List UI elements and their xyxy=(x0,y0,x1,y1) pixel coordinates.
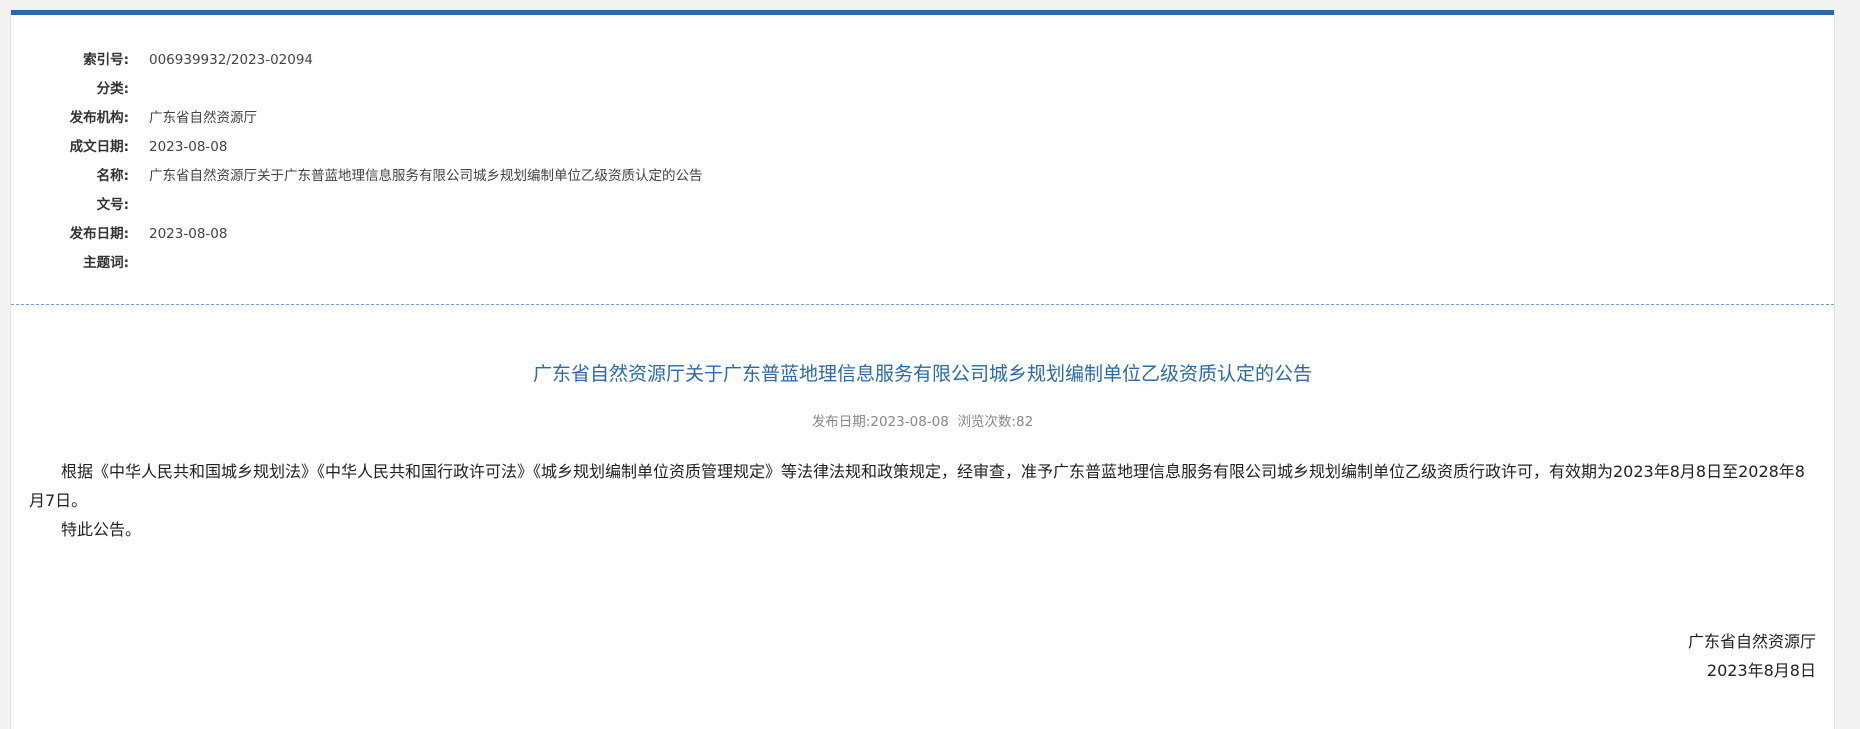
meta-value: 006939932/2023-02094 xyxy=(149,52,314,68)
article-info: 发布日期:2023-08-08 浏览次数:82 xyxy=(11,412,1834,432)
meta-label: 主题词: xyxy=(83,255,129,271)
meta-row-created-date: 成文日期: 2023-08-08 xyxy=(11,133,1834,162)
meta-row-category: 分类: xyxy=(11,75,1834,104)
body-paragraph: 特此公告。 xyxy=(61,520,142,539)
meta-label: 成文日期: xyxy=(69,139,129,155)
meta-label: 索引号: xyxy=(83,52,129,68)
article-title: 广东省自然资源厅关于广东普蓝地理信息服务有限公司城乡规划编制单位乙级资质认定的公… xyxy=(532,363,1312,385)
top-accent-bar xyxy=(11,10,1834,15)
meta-label: 分类: xyxy=(96,81,129,97)
meta-row-publisher: 发布机构: 广东省自然资源厅 xyxy=(11,104,1834,133)
publish-date-value: 2023-08-08 xyxy=(870,414,949,430)
meta-row-publish-date: 发布日期: 2023-08-08 xyxy=(11,220,1834,249)
document-panel: 索引号: 006939932/2023-02094 分类: 发布机构: 广东省自然资… xyxy=(10,10,1835,729)
page: 索引号: 006939932/2023-02094 分类: 发布机构: 广东省自然资… xyxy=(0,0,1860,729)
publish-date-label: 发布日期: xyxy=(811,414,871,430)
meta-value: 广东省自然资源厅 xyxy=(149,110,257,126)
meta-label: 名称: xyxy=(96,168,129,184)
meta-value: 广东省自然资源厅关于广东普蓝地理信息服务有限公司城乡规划编制单位乙级资质认定的公… xyxy=(149,168,703,184)
signature-block: 广东省自然资源厅 2023年8月8日 xyxy=(1688,627,1816,685)
metadata-table: 索引号: 006939932/2023-02094 分类: 发布机构: 广东省自然资… xyxy=(11,46,1834,278)
meta-row-name: 名称: 广东省自然资源厅关于广东普蓝地理信息服务有限公司城乡规划编制单位乙级资质认… xyxy=(11,162,1834,191)
view-count-label: 浏览次数: xyxy=(957,414,1016,430)
meta-value: 2023-08-08 xyxy=(149,139,228,155)
meta-label: 发布日期: xyxy=(69,226,129,242)
meta-row-keywords: 主题词: xyxy=(11,249,1834,278)
signature-date: 2023年8月8日 xyxy=(1706,661,1816,680)
meta-row-index-no: 索引号: 006939932/2023-02094 xyxy=(11,46,1834,75)
meta-value: 2023-08-08 xyxy=(149,226,228,242)
article-body: 根据《中华人民共和国城乡规划法》《中华人民共和国行政许可法》《城乡规划编制单位资… xyxy=(29,457,1819,544)
meta-label: 发布机构: xyxy=(69,110,129,126)
meta-label: 文号: xyxy=(96,197,129,213)
view-count-value: 82 xyxy=(1016,414,1034,430)
signature-org: 广东省自然资源厅 xyxy=(1687,632,1816,651)
section-divider xyxy=(11,304,1834,305)
body-paragraph: 根据《中华人民共和国城乡规划法》《中华人民共和国行政许可法》《城乡规划编制单位资… xyxy=(29,462,1805,510)
meta-row-doc-no: 文号: xyxy=(11,191,1834,220)
